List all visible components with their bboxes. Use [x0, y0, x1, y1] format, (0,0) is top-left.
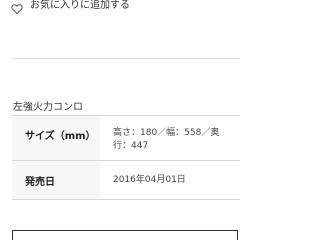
spec-row-size: サイズ（mm） 高さ：180／幅：558／奥行：447 [12, 116, 240, 161]
spec-table: サイズ（mm） 高さ：180／幅：558／奥行：447 発売日 2016年04月… [12, 115, 240, 200]
spec-value: 高さ：180／幅：558／奥行：447 [113, 128, 220, 151]
divider [12, 58, 240, 59]
spec-value: 2016年04月01日 [113, 174, 186, 185]
add-to-favorites[interactable]: お気に入りに追加する [0, 0, 240, 18]
spec-section-title: 左強火力コンロ [13, 102, 83, 113]
action-button[interactable] [12, 230, 238, 240]
heart-outline-icon[interactable] [11, 0, 23, 15]
spec-key: 発売日 [12, 161, 100, 199]
spec-key: サイズ（mm） [12, 116, 100, 160]
add-to-favorites-label[interactable]: お気に入りに追加する [30, 0, 130, 12]
product-detail-page: お気に入りに追加する 左強火力コンロ サイズ（mm） 高さ：180／幅：558／… [0, 0, 240, 240]
spec-row-release-date: 発売日 2016年04月01日 [12, 161, 240, 200]
